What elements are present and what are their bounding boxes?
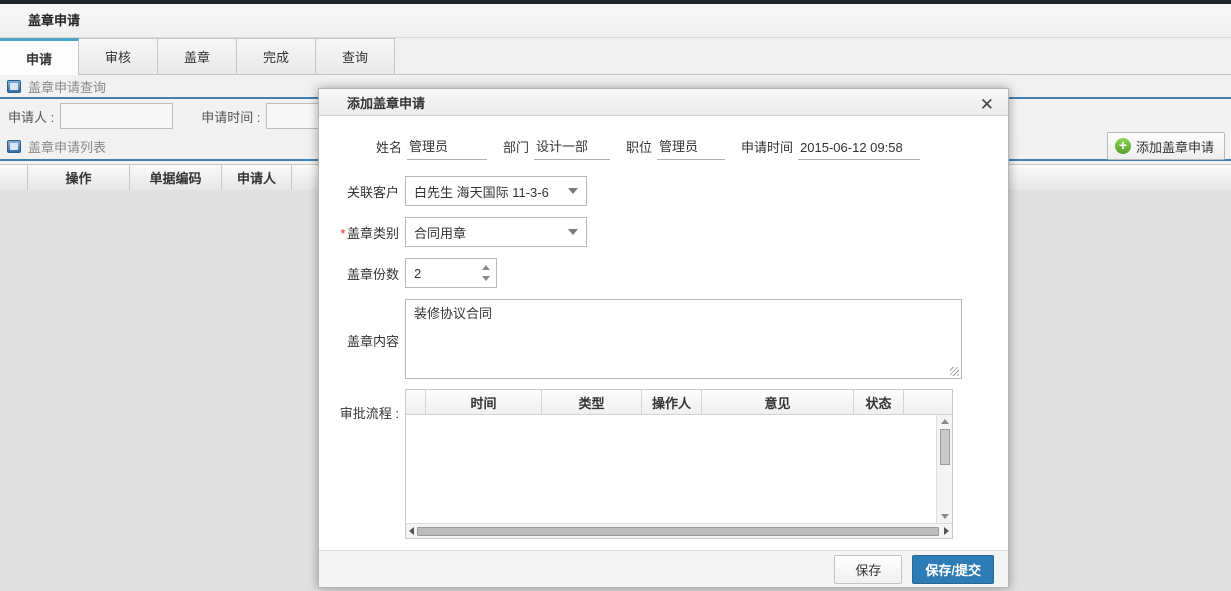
add-seal-dialog: 添加盖章申请 ✕ 姓名 管理员 部门 设计一部 职位 管理员 申请时间 2015… — [318, 88, 1009, 588]
arrow-down-icon[interactable] — [482, 276, 490, 281]
dialog-header: 添加盖章申请 ✕ — [319, 89, 1008, 116]
tab-query[interactable]: 查询 — [316, 38, 395, 74]
department-value: 设计一部 — [534, 136, 610, 160]
tab-complete[interactable]: 完成 — [237, 38, 316, 74]
position-field: 职位 管理员 — [626, 136, 725, 160]
approval-table-header: 时间 类型 操作人 意见 状态 — [406, 390, 952, 415]
seal-type-row: *盖章类别 合同用章 — [339, 217, 1008, 247]
position-label: 职位 — [626, 137, 652, 160]
tab-label: 查询 — [342, 47, 368, 66]
seal-type-select[interactable]: 合同用章 — [405, 217, 587, 247]
content-row: 盖章内容 装修协议合同 — [339, 299, 1008, 382]
position-value: 管理员 — [657, 136, 725, 160]
monitor-icon — [7, 80, 21, 93]
add-seal-request-button[interactable]: + 添加盖章申请 — [1107, 132, 1225, 160]
copies-row: 盖章份数 2 — [339, 258, 1008, 288]
tab-label: 审核 — [105, 47, 131, 66]
column-header-doc-code: 单据编码 — [130, 165, 222, 190]
approval-col-blank-end — [904, 390, 952, 414]
approval-col-blank — [406, 390, 426, 414]
vertical-scroll-thumb[interactable] — [940, 429, 950, 465]
dialog-footer: 保存 保存/提交 — [319, 550, 1008, 587]
tab-bar: 申请 审核 盖章 完成 查询 — [0, 38, 1231, 75]
customer-row: 关联客户 白先生 海天国际 11-3-6 — [339, 176, 1008, 206]
approval-col-type: 类型 — [542, 390, 642, 414]
scroll-right-icon[interactable] — [944, 527, 949, 535]
scroll-down-icon[interactable] — [941, 514, 949, 519]
approval-label: 审批流程 : — [339, 403, 405, 422]
chevron-down-icon — [568, 229, 578, 235]
monitor-icon — [7, 140, 21, 153]
approval-table-body — [406, 415, 952, 523]
scroll-up-icon[interactable] — [941, 419, 949, 424]
department-field: 部门 设计一部 — [503, 136, 610, 160]
tab-label: 申请 — [26, 49, 52, 68]
copies-stepper[interactable]: 2 — [405, 258, 497, 288]
approval-row: 审批流程 : 时间 类型 操作人 意见 状态 — [339, 389, 1008, 539]
seal-type-label: *盖章类别 — [339, 223, 405, 242]
apply-time-field: 申请时间 2015-06-12 09:58 — [741, 137, 920, 160]
applicant-input[interactable] — [60, 103, 173, 129]
stepper-arrows — [482, 265, 490, 281]
content-textarea[interactable]: 装修协议合同 — [405, 299, 962, 379]
apply-time-value: 2015-06-12 09:58 — [798, 140, 920, 160]
column-header-operation: 操作 — [28, 165, 130, 190]
tab-label: 完成 — [263, 47, 289, 66]
copies-value: 2 — [414, 266, 482, 281]
tab-seal[interactable]: 盖章 — [158, 38, 237, 74]
tab-review[interactable]: 审核 — [79, 38, 158, 74]
plus-icon: + — [1115, 138, 1131, 154]
name-field: 姓名 管理员 — [376, 136, 487, 160]
chevron-down-icon — [568, 188, 578, 194]
apply-time-label: 申请时间 — [741, 137, 793, 160]
content-textarea-wrap: 装修协议合同 — [405, 299, 962, 382]
column-header-select — [0, 165, 28, 190]
approval-rows-empty — [406, 415, 936, 523]
close-icon[interactable]: ✕ — [980, 95, 994, 115]
name-value: 管理员 — [407, 136, 487, 160]
seal-type-value: 合同用章 — [414, 223, 568, 242]
tab-label: 盖章 — [184, 47, 210, 66]
info-row: 姓名 管理员 部门 设计一部 职位 管理员 申请时间 2015-06-12 09… — [376, 136, 1008, 160]
dialog-body: 姓名 管理员 部门 设计一部 职位 管理员 申请时间 2015-06-12 09… — [319, 116, 1008, 550]
apply-time-label: 申请时间 : — [201, 107, 260, 126]
save-submit-button[interactable]: 保存/提交 — [912, 555, 994, 584]
name-label: 姓名 — [376, 137, 402, 160]
add-button-label: 添加盖章申请 — [1136, 137, 1214, 156]
approval-table: 时间 类型 操作人 意见 状态 — [405, 389, 953, 539]
save-button[interactable]: 保存 — [834, 555, 902, 584]
customer-value: 白先生 海天国际 11-3-6 — [414, 182, 568, 201]
horizontal-scrollbar[interactable] — [406, 523, 952, 538]
approval-col-operator: 操作人 — [642, 390, 702, 414]
list-panel-title: 盖章申请列表 — [28, 137, 106, 156]
department-label: 部门 — [503, 137, 529, 160]
customer-label: 关联客户 — [339, 182, 405, 201]
vertical-scrollbar[interactable] — [936, 415, 952, 523]
page-title: 盖章申请 — [28, 13, 80, 28]
content-label: 盖章内容 — [339, 331, 405, 350]
customer-select[interactable]: 白先生 海天国际 11-3-6 — [405, 176, 587, 206]
resize-grip-icon[interactable] — [950, 367, 959, 376]
copies-label: 盖章份数 — [339, 264, 405, 283]
approval-col-time: 时间 — [426, 390, 542, 414]
column-header-applicant: 申请人 — [222, 165, 292, 190]
approval-col-opinion: 意见 — [702, 390, 854, 414]
required-mark: * — [340, 226, 345, 241]
page-header: 盖章申请 — [0, 4, 1231, 38]
approval-col-status: 状态 — [854, 390, 904, 414]
arrow-up-icon[interactable] — [482, 265, 490, 270]
scroll-left-icon[interactable] — [409, 527, 414, 535]
horizontal-scroll-thumb[interactable] — [417, 527, 939, 536]
dialog-title: 添加盖章申请 — [347, 93, 425, 112]
tab-apply[interactable]: 申请 — [0, 38, 79, 75]
applicant-label: 申请人 : — [8, 107, 54, 126]
query-panel-title: 盖章申请查询 — [28, 77, 106, 96]
